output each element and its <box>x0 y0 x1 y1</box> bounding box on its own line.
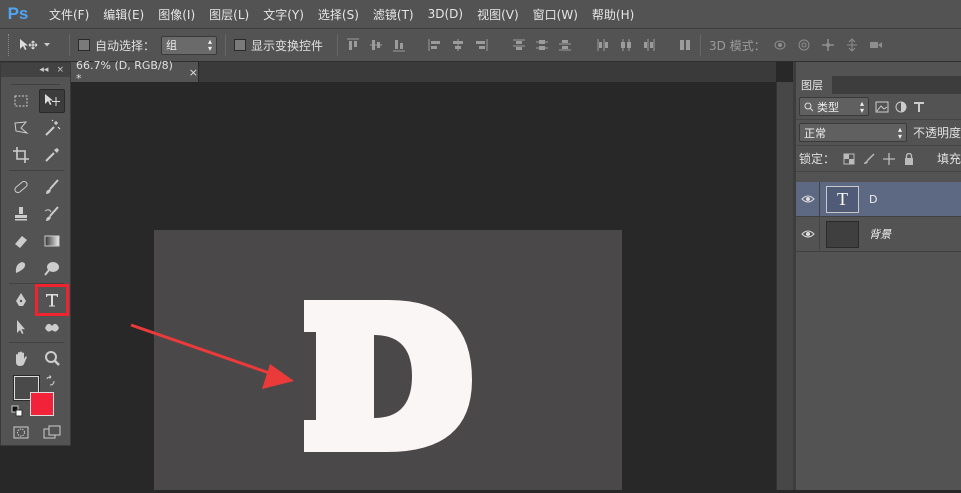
lock-label: 锁定： <box>799 152 836 166</box>
filter-adjustment-icon[interactable] <box>895 101 907 113</box>
eye-icon <box>800 195 815 203</box>
filter-type-icon[interactable] <box>913 101 925 113</box>
visibility-toggle[interactable] <box>796 181 820 217</box>
search-icon <box>804 102 814 111</box>
layer-filter-value: 类型 <box>817 100 839 114</box>
layer-filter-content: 类型 <box>804 99 839 115</box>
eye-icon <box>800 230 815 238</box>
layers-spacer <box>796 172 961 182</box>
lock-pixels-icon[interactable] <box>863 152 875 165</box>
lock-all-icon[interactable] <box>903 152 915 165</box>
layer-name: D <box>869 192 878 206</box>
updown-icon: ▴ ▾ <box>897 124 902 141</box>
layer-row-d[interactable]: T D <box>796 181 961 217</box>
fill-label: 填充 <box>936 152 961 166</box>
layer-name: 背景 <box>869 228 891 241</box>
filter-pixel-icon[interactable] <box>875 101 889 113</box>
layers-panel-tabs: 图层 <box>796 76 961 94</box>
opacity-label: 不透明度 <box>912 126 961 140</box>
layer-filter-dropdown[interactable]: 类型 ▴ ▾ <box>799 97 869 116</box>
updown-icon: ▴ ▾ <box>859 98 864 115</box>
blend-mode-dropdown[interactable]: 正常 ▴ ▾ <box>799 123 907 142</box>
tab-layers[interactable]: 图层 <box>796 76 832 94</box>
lock-position-icon[interactable] <box>882 152 895 165</box>
layer-row-background[interactable]: 背景 <box>796 216 961 252</box>
text-layer-thumbnail: T <box>826 185 859 213</box>
background-layer-thumbnail <box>826 220 859 248</box>
lock-row: 锁定： 填充 <box>796 146 961 172</box>
layer-filter-row: 类型 ▴ ▾ <box>796 94 961 120</box>
visibility-toggle[interactable] <box>796 216 820 252</box>
lock-transparent-icon[interactable] <box>843 153 855 165</box>
canvas-vertical-scrollbar[interactable] <box>776 82 793 490</box>
blend-mode-value: 正常 <box>804 126 826 140</box>
layers-panel: 图层 类型 ▴ ▾ 正常 ▴ ▾ 不透明度 锁定： 填充 T D 背景 <box>796 62 961 490</box>
text-layer-glyph: T <box>837 188 848 209</box>
blend-opacity-row: 正常 ▴ ▾ 不透明度 <box>796 120 961 146</box>
